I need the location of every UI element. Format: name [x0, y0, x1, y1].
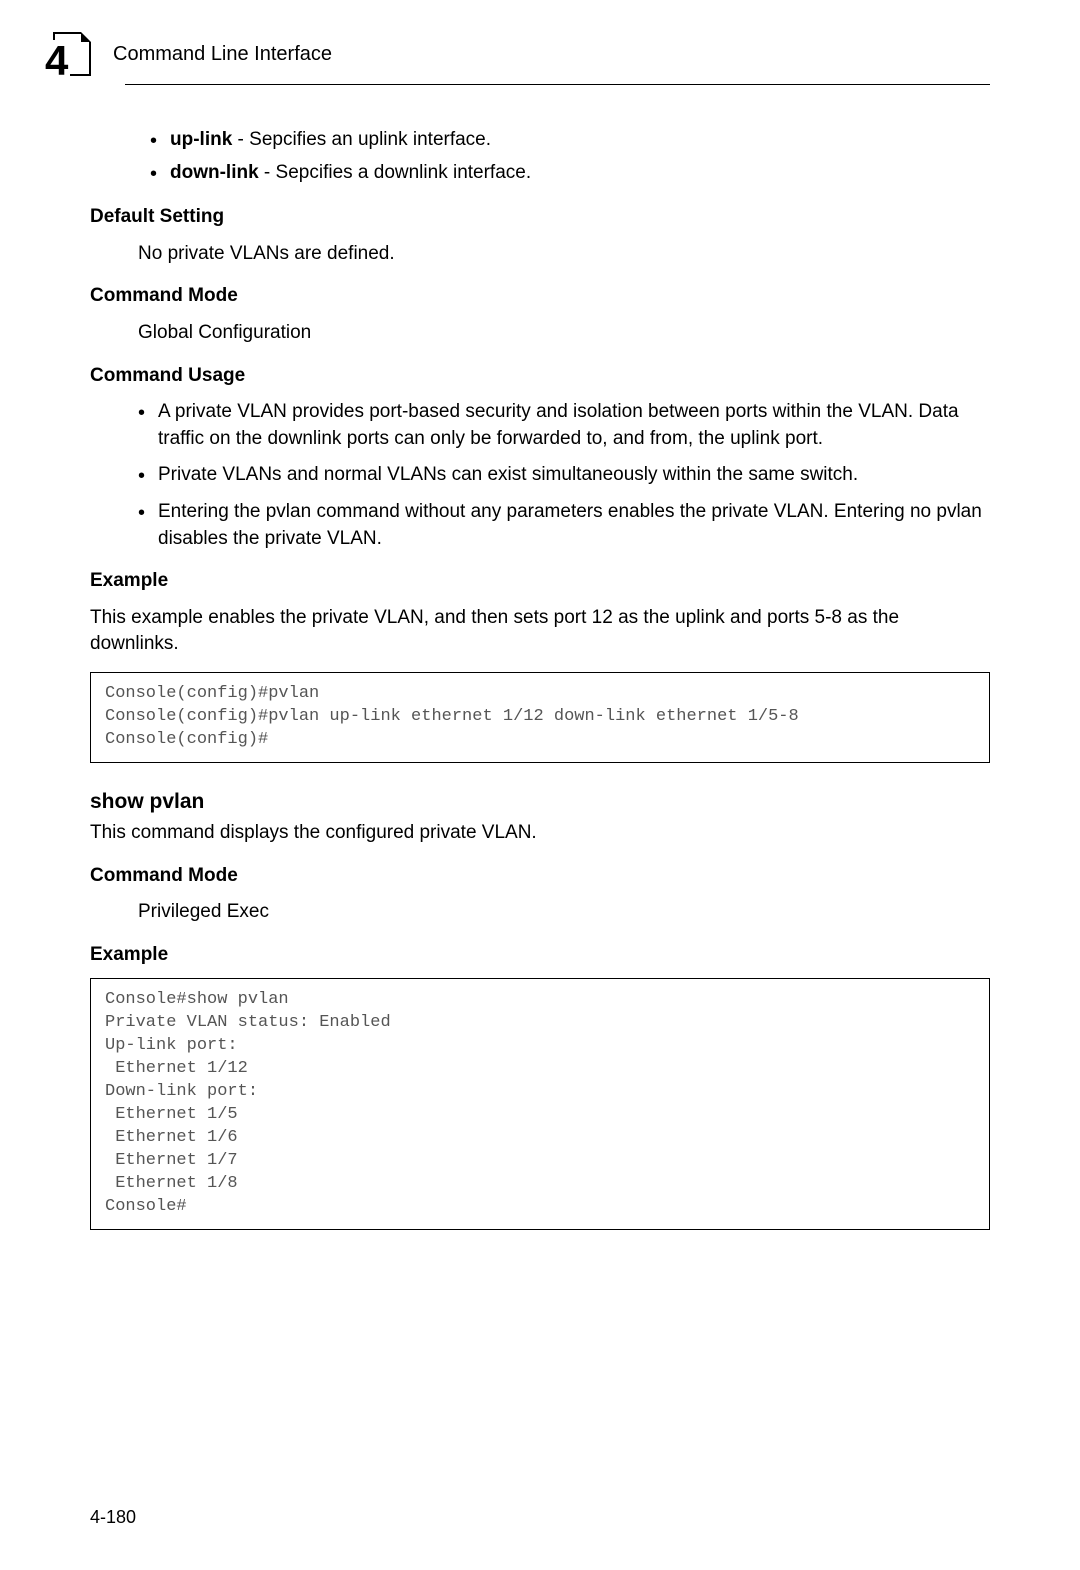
default-setting-heading: Default Setting	[90, 204, 990, 231]
chapter-badge-icon: 4	[45, 30, 103, 78]
parameter-list: up-link - Sepcifies an uplink interface.…	[150, 127, 990, 186]
example-heading-2: Example	[90, 942, 990, 969]
page-number: 4-180	[90, 1505, 136, 1530]
show-pvlan-desc: This command displays the configured pri…	[90, 820, 990, 847]
list-item: Entering the pvlan command without any p…	[138, 499, 990, 552]
param-label-downlink: down-link	[170, 162, 259, 183]
header-title: Command Line Interface	[113, 40, 332, 68]
param-desc-downlink: - Sepcifies a downlink interface.	[259, 162, 531, 183]
header-divider	[125, 84, 990, 85]
code-block-2: Console#show pvlan Private VLAN status: …	[90, 978, 990, 1229]
example-intro-1: This example enables the private VLAN, a…	[90, 605, 990, 658]
page-header: 4 Command Line Interface	[90, 30, 990, 78]
param-desc-uplink: - Sepcifies an uplink interface.	[232, 129, 491, 150]
list-item: A private VLAN provides port-based secur…	[138, 399, 990, 452]
show-pvlan-title: show pvlan	[90, 787, 990, 816]
command-mode-heading-1: Command Mode	[90, 283, 990, 310]
command-usage-heading: Command Usage	[90, 363, 990, 390]
param-label-uplink: up-link	[170, 129, 232, 150]
command-mode-heading-2: Command Mode	[90, 863, 990, 890]
default-setting-text: No private VLANs are defined.	[138, 241, 990, 268]
code-block-1: Console(config)#pvlan Console(config)#pv…	[90, 672, 990, 763]
command-usage-list: A private VLAN provides port-based secur…	[138, 399, 990, 552]
list-item: up-link - Sepcifies an uplink interface.	[150, 127, 990, 154]
chapter-number: 4	[45, 40, 70, 82]
command-mode-text-1: Global Configuration	[138, 320, 990, 347]
command-mode-text-2: Privileged Exec	[138, 899, 990, 926]
list-item: Private VLANs and normal VLANs can exist…	[138, 462, 990, 489]
page-content: up-link - Sepcifies an uplink interface.…	[90, 127, 990, 1230]
example-heading-1: Example	[90, 568, 990, 595]
list-item: down-link - Sepcifies a downlink interfa…	[150, 160, 990, 187]
